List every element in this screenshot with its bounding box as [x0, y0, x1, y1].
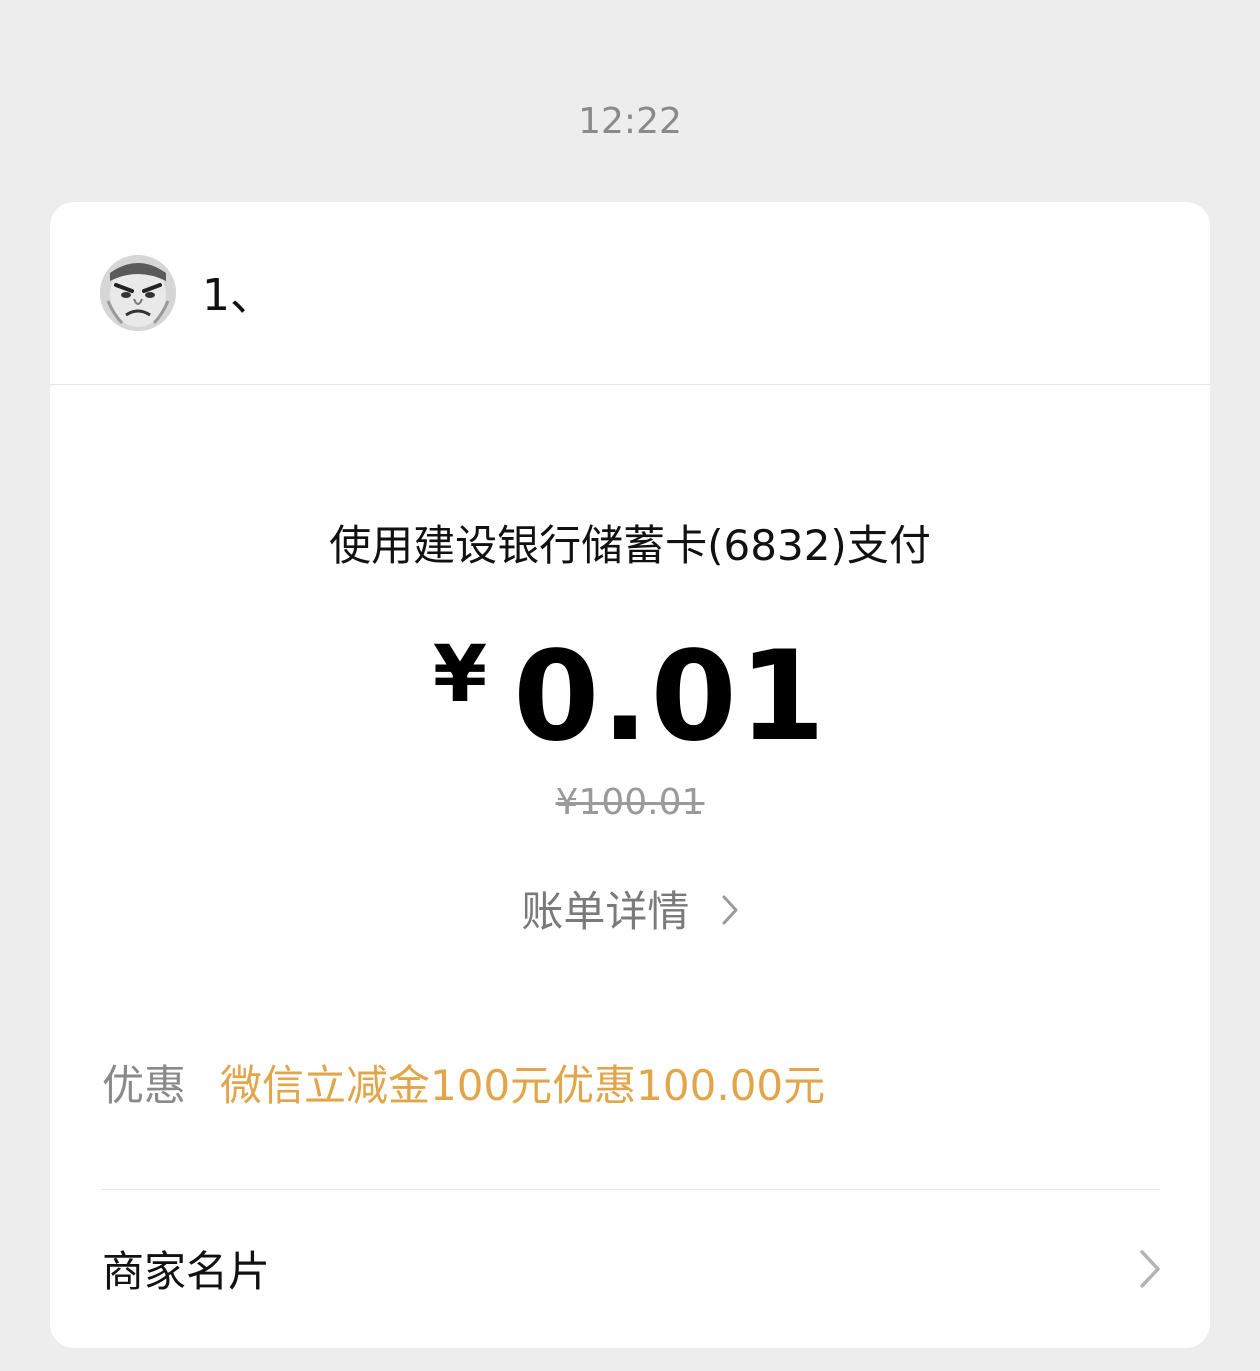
chevron-right-icon — [1138, 1248, 1162, 1294]
bill-details-label: 账单详情 — [521, 887, 690, 936]
payment-method-text: 使用建设银行储蓄卡(6832)支付 — [329, 521, 931, 570]
face-avatar-icon[interactable] — [100, 255, 176, 331]
divider — [101, 1189, 1160, 1190]
bill-details-link[interactable]: 账单详情 — [50, 886, 1210, 938]
amount-value: 0.01 — [513, 625, 828, 769]
payment-receipt-card: 1、 使用建设银行储蓄卡(6832)支付 ¥0.01 ¥100.01 账单详情 … — [50, 202, 1210, 1348]
merchant-card-row[interactable]: 商家名片 — [50, 1202, 1210, 1342]
original-price-strikethrough: ¥100.01 — [555, 782, 705, 823]
chevron-right-icon — [721, 886, 739, 938]
discount-row: 优惠 微信立减金100元优惠100.00元 — [102, 1058, 825, 1114]
merchant-header[interactable]: 1、 — [50, 202, 1210, 385]
currency-symbol: ¥ — [432, 630, 488, 720]
discount-value: 微信立减金100元优惠100.00元 — [220, 1061, 826, 1110]
message-timestamp: 12:22 — [578, 101, 682, 142]
merchant-name[interactable]: 1、 — [202, 270, 274, 322]
payment-amount: ¥0.01 — [50, 630, 1210, 762]
merchant-card-label: 商家名片 — [102, 1247, 271, 1296]
discount-label: 优惠 — [102, 1061, 187, 1110]
